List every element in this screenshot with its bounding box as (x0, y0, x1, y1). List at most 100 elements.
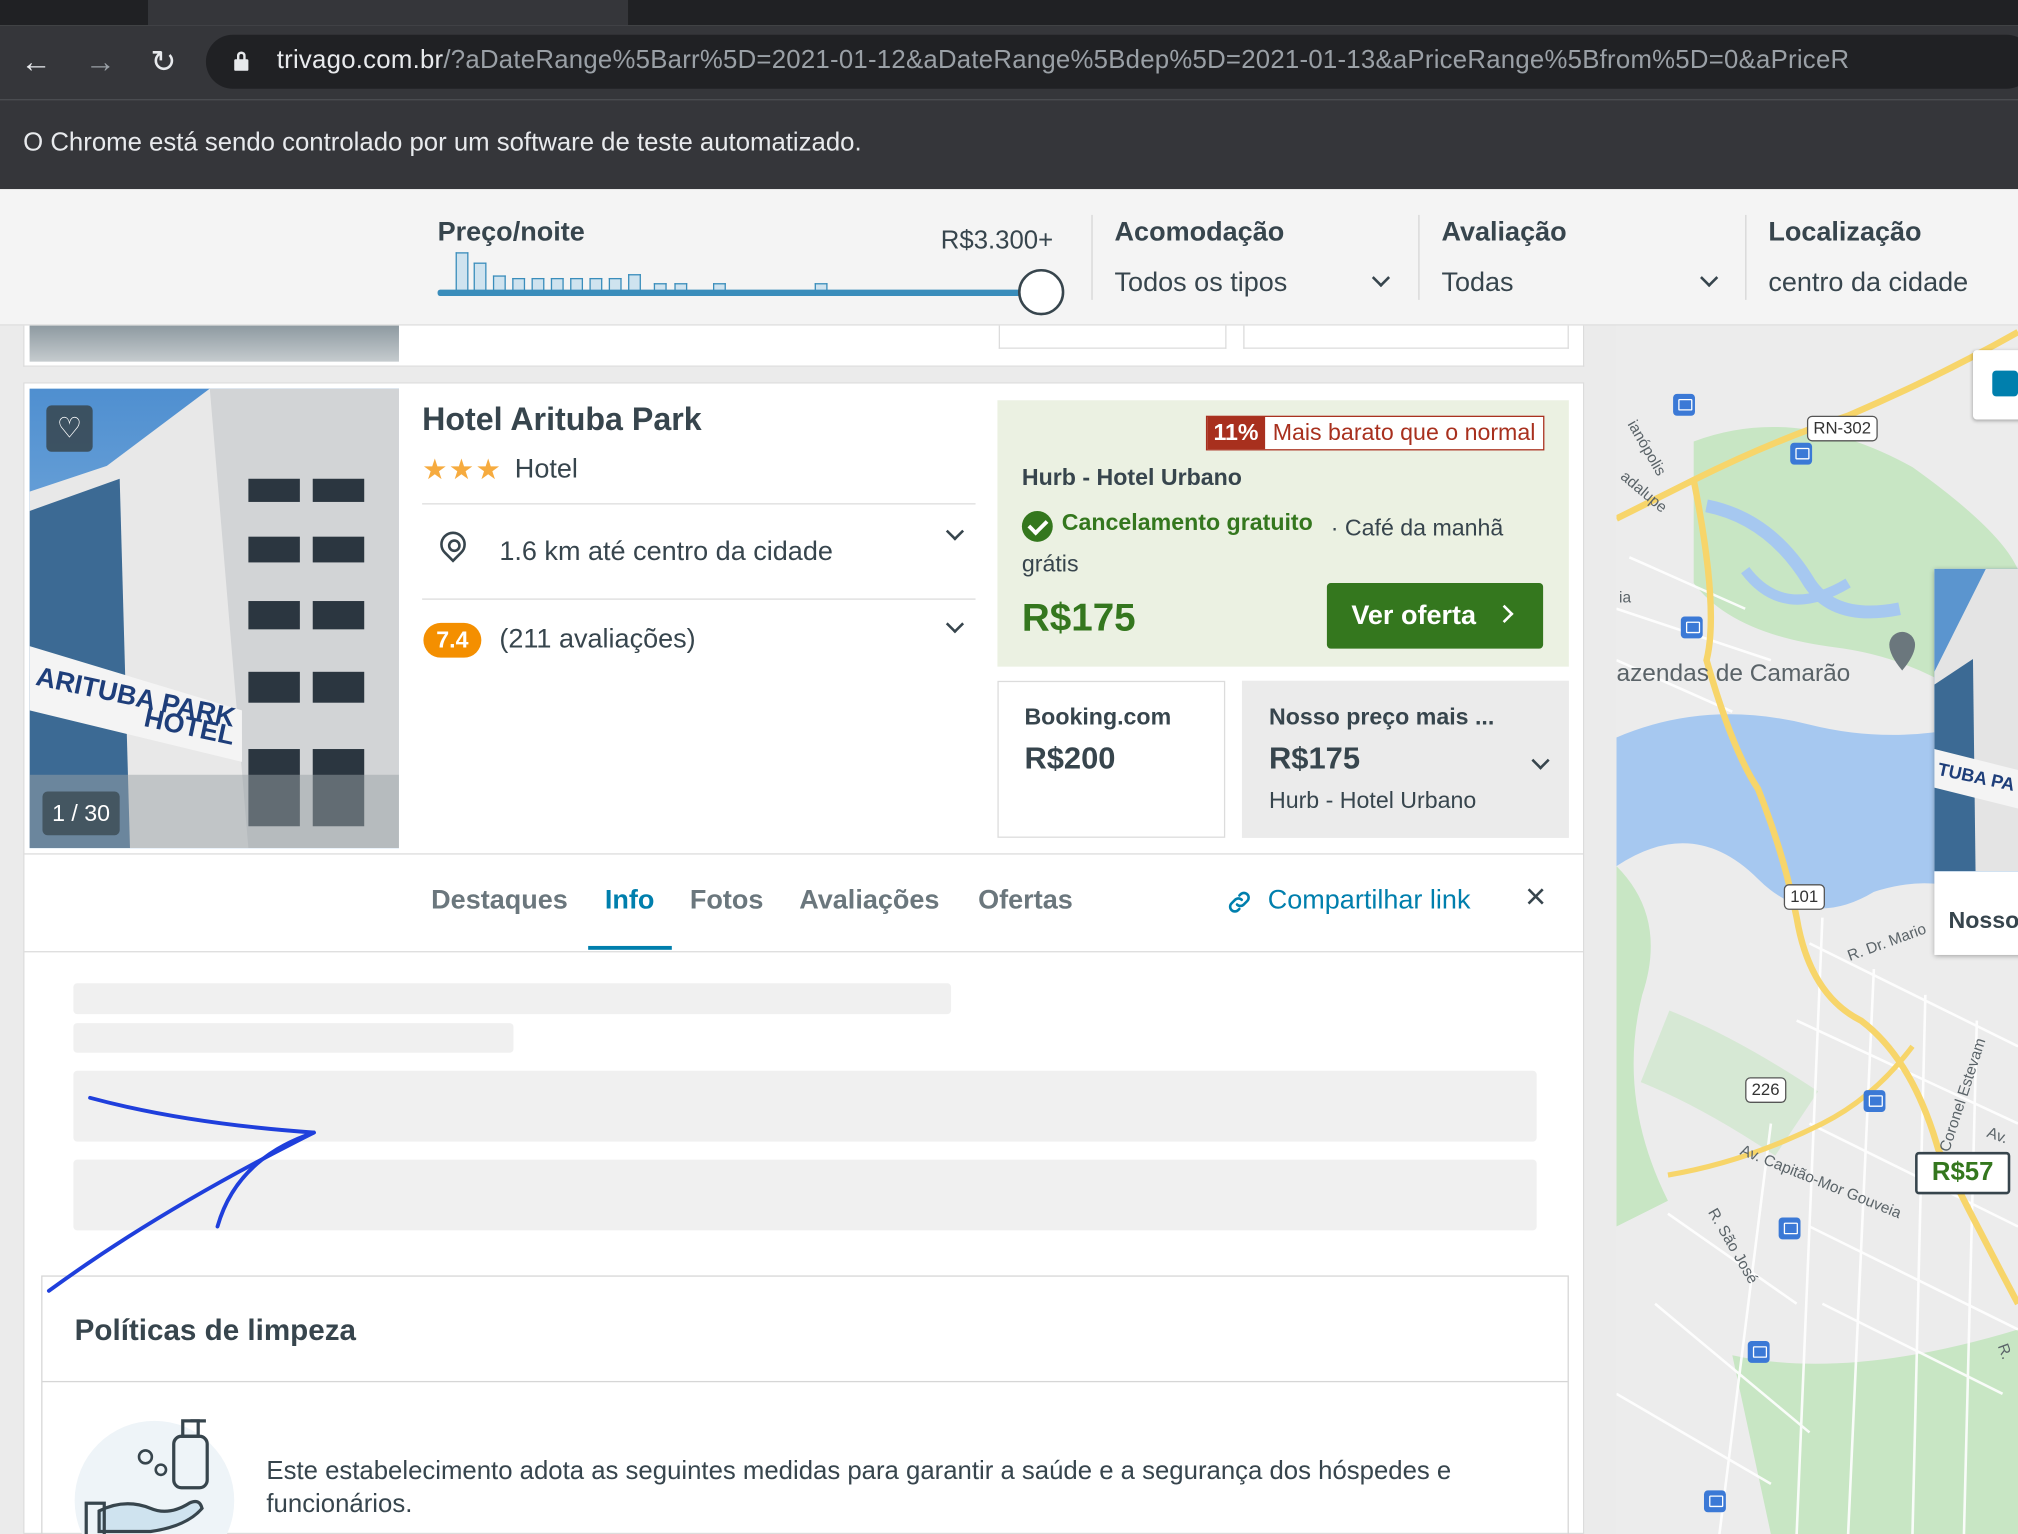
previous-offer-box (1243, 325, 1569, 349)
previous-result-card (23, 325, 1585, 367)
star-rating-icon: ★★★ (422, 453, 503, 486)
address-bar[interactable]: trivago.com.br/?aDateRange%5Barr%5D=2021… (205, 34, 2018, 89)
bus-stop-icon (1673, 393, 1695, 416)
discount-badge: 11% Mais barato que o normal (1205, 415, 1545, 451)
map-search-checkbox[interactable] (1972, 350, 2018, 420)
review-count[interactable]: (211 avaliações) (499, 624, 695, 655)
chevron-down-icon[interactable] (1531, 751, 1550, 770)
location-filter-value[interactable]: centro da cidade (1768, 268, 1968, 299)
chevron-down-icon[interactable] (945, 615, 965, 634)
bus-stop-icon (1790, 442, 1813, 465)
back-arrow-icon[interactable]: ← (17, 44, 56, 83)
image-counter: 1 / 30 (42, 791, 120, 836)
tab-info[interactable]: Info (605, 885, 655, 916)
automation-infobar: O Chrome está sendo controlado por um so… (0, 99, 2018, 190)
browser-tab-active[interactable] (148, 0, 629, 26)
cleaning-policies-title: Políticas de limpeza (74, 1312, 356, 1347)
link-icon[interactable] (1225, 888, 1253, 916)
offer-price: R$200 (1024, 741, 1116, 777)
tab-reviews[interactable]: Avaliações (799, 885, 939, 916)
tab-highlights[interactable]: Destaques (431, 885, 568, 916)
map-popup-photo: TUBA PA HOT (1934, 568, 2018, 872)
price-slider-track[interactable] (437, 289, 1043, 297)
divider (42, 1380, 1568, 1383)
lock-icon (234, 51, 249, 71)
url-text[interactable]: trivago.com.br/?aDateRange%5Barr%5D=2021… (277, 46, 1850, 76)
chevron-down-icon[interactable] (1700, 268, 1719, 288)
chevron-down-icon[interactable] (1371, 268, 1391, 288)
url-path: /?aDateRange%5Barr%5D=2021-01-12&aDateRa… (443, 46, 1850, 75)
rating-badge: 7.4 (423, 622, 482, 658)
hotel-result-card: ARITUBA PARK HOTEL ♡ 1 / 30 Hotel Aritub… (23, 382, 1585, 1534)
road-shield: RN-302 (1806, 415, 1878, 442)
divider (24, 853, 1584, 855)
browser-tabstrip (0, 0, 2018, 26)
close-icon[interactable]: × (1525, 877, 1546, 917)
road-shield: 226 (1745, 1077, 1786, 1103)
top-deal-panel: 11% Mais barato que o normal Hurb - Hote… (997, 400, 1569, 667)
offer-price: R$175 (1268, 741, 1361, 777)
previous-offer-box (998, 325, 1227, 349)
loading-placeholder (73, 1023, 514, 1053)
hotel-name[interactable]: Hotel Arituba Park (422, 402, 702, 439)
cleaning-policies-text: Este estabelecimento adota as seguintes … (266, 1456, 1452, 1519)
discount-text: Mais barato que o normal (1272, 419, 1536, 446)
browser-toolbar: ← → ↻ trivago.com.br/?aDateRange%5Barr%5… (0, 25, 2018, 100)
divider (24, 951, 1584, 953)
histogram-bar (473, 262, 487, 291)
filter-divider (1745, 214, 1747, 300)
map-popup-photo-illustration: TUBA PA HOT (1934, 568, 2018, 872)
chevron-down-icon[interactable] (945, 522, 965, 541)
divider (422, 598, 976, 600)
offer-booking[interactable]: Booking.com R$200 (997, 680, 1226, 838)
reload-icon[interactable]: ↻ (144, 44, 183, 83)
location-pin-icon (439, 532, 467, 568)
rating-filter-value[interactable]: Todas (1441, 268, 1513, 299)
accommodation-filter-label: Acomodação (1114, 217, 1285, 248)
share-link[interactable]: Compartilhar link (1268, 885, 1471, 916)
price-slider-handle[interactable] (1018, 268, 1065, 316)
bus-stop-icon (1680, 616, 1703, 639)
hotel-distance[interactable]: 1.6 km até centro da cidade (499, 537, 833, 568)
free-cancellation: Cancelamento gratuito (1061, 509, 1313, 536)
filter-divider (1091, 214, 1093, 300)
chevron-right-icon (1495, 604, 1514, 623)
offer-partner: Nosso preço mais ... (1268, 703, 1495, 730)
offer-lowest-price[interactable]: Nosso preço mais ... R$175 Hurb - Hotel … (1241, 680, 1569, 838)
deal-partner: Hurb - Hotel Urbano (1021, 464, 1242, 491)
loading-placeholder (73, 1159, 1537, 1231)
discount-percent: 11% (1207, 416, 1265, 450)
histogram-bar (628, 274, 641, 291)
map-hotel-popup[interactable]: TUBA PA HOT Nosso (1934, 568, 2018, 955)
map-label: azendas de Camarão (1616, 660, 1851, 688)
filter-divider (1418, 214, 1420, 300)
heart-icon[interactable]: ♡ (46, 405, 93, 452)
loading-placeholder (73, 1070, 1537, 1142)
cleaning-policies-section: Políticas de limpeza Este estabeleciment… (41, 1275, 1569, 1534)
map-popup-text: Nosso (1948, 907, 2018, 934)
divider (422, 503, 976, 505)
road-shield: 101 (1783, 884, 1825, 910)
previous-result-image (29, 325, 399, 362)
automation-notice: O Chrome está sendo controlado por um so… (23, 128, 862, 158)
bus-stop-icon (1863, 1090, 1886, 1112)
view-deal-button[interactable]: Ver oferta (1326, 583, 1544, 649)
offer-partner: Booking.com (1024, 703, 1172, 730)
deal-price: R$175 (1021, 597, 1136, 640)
tab-photos[interactable]: Fotos (690, 885, 764, 916)
hotel-type: Hotel (514, 454, 578, 484)
tab-offers[interactable]: Ofertas (978, 885, 1073, 916)
offer-subpartner: Hurb - Hotel Urbano (1268, 787, 1477, 814)
accommodation-filter-value[interactable]: Todos os tipos (1115, 268, 1288, 299)
loading-placeholder (73, 983, 952, 1015)
hand-washing-icon (74, 1419, 235, 1534)
histogram-bar (492, 275, 506, 291)
histogram-bar (455, 252, 469, 291)
price-histogram (453, 250, 1045, 291)
bus-stop-icon (1778, 1217, 1801, 1240)
map-price-marker[interactable]: R$57 (1915, 1151, 2011, 1195)
price-filter-label: Preço/noite (437, 217, 585, 248)
forward-arrow-icon[interactable]: → (81, 44, 120, 83)
hotel-photo[interactable]: ARITUBA PARK HOTEL ♡ 1 / 30 (29, 388, 399, 849)
map-label: ia (1619, 588, 1632, 607)
